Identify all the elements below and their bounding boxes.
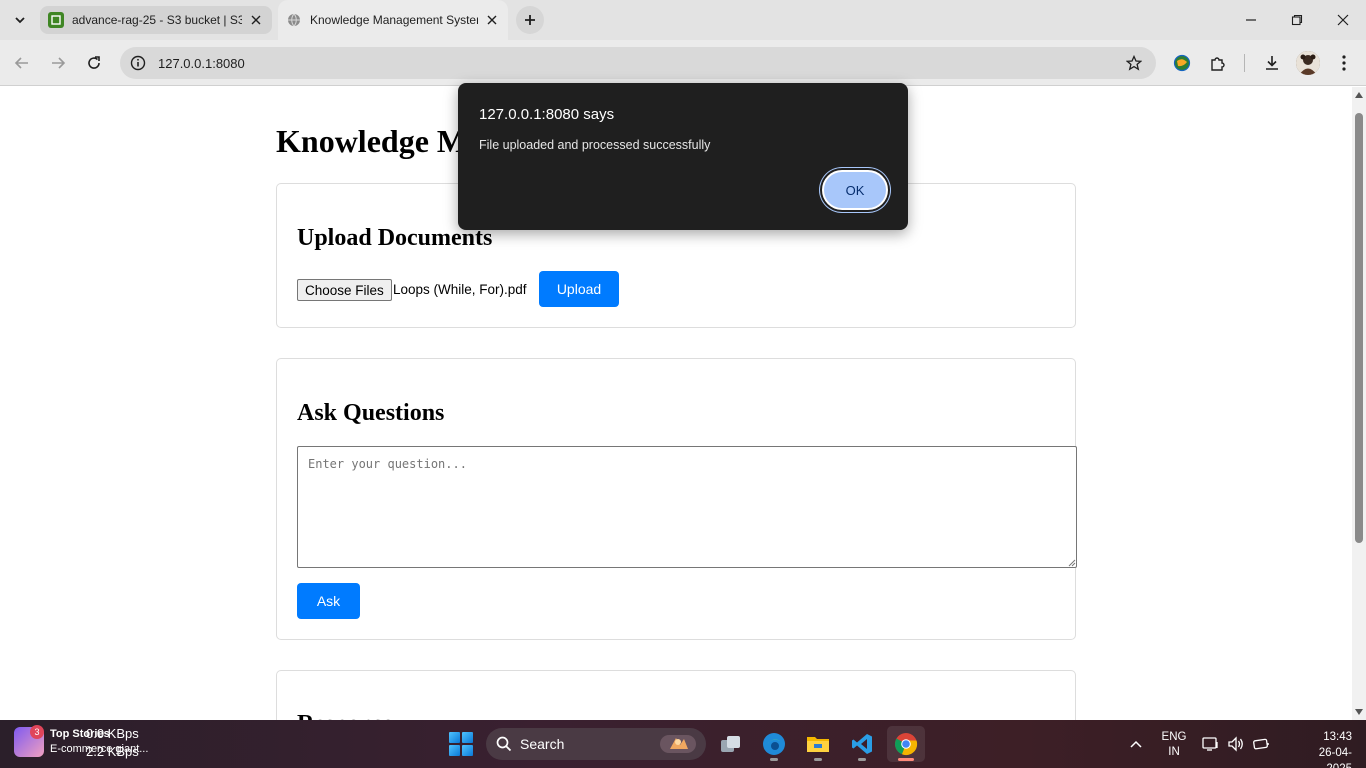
- arrow-left-icon: [14, 57, 28, 69]
- language-code: ENG: [1161, 731, 1187, 743]
- minimize-icon: [1246, 19, 1256, 21]
- minimize-button[interactable]: [1228, 0, 1274, 40]
- tab-strip: advance-rag-25 - S3 bucket | S3 Knowledg…: [0, 0, 1366, 40]
- vscode-app[interactable]: [843, 726, 881, 762]
- globe-icon: [286, 12, 302, 28]
- windows-taskbar: 3 Top Stories E-commerce giant... 0.0 KB…: [0, 720, 1366, 768]
- arrow-right-icon: [52, 57, 66, 69]
- clock-date: 26-04-2025: [1318, 747, 1352, 768]
- upload-button[interactable]: Upload: [539, 271, 619, 307]
- search-label: Search: [520, 736, 565, 752]
- restore-button[interactable]: [1274, 0, 1320, 40]
- tab-search-button[interactable]: [6, 8, 34, 32]
- ok-button[interactable]: OK: [822, 170, 888, 210]
- chevron-up-icon: [1130, 740, 1142, 748]
- news-widget-icon: 3: [14, 725, 44, 757]
- chrome-icon: [894, 733, 918, 756]
- selected-file-name: Loops (While, For).pdf: [393, 282, 527, 297]
- aws-s3-icon: [48, 12, 64, 28]
- close-icon: [1337, 14, 1349, 26]
- vscode-icon: [852, 734, 872, 754]
- tab-title: advance-rag-25 - S3 bucket | S3: [72, 13, 242, 27]
- scroll-thumb[interactable]: [1355, 113, 1363, 543]
- forward-button[interactable]: [44, 49, 72, 77]
- news-badge: 3: [30, 725, 44, 739]
- page-scrollbar[interactable]: [1352, 87, 1366, 720]
- language-indicator[interactable]: ENG IN: [1160, 730, 1188, 760]
- folder-icon: [807, 737, 829, 752]
- avatar-icon: [1296, 51, 1320, 75]
- battery-icon[interactable]: [1250, 720, 1272, 768]
- new-tab-button[interactable]: [516, 6, 544, 34]
- show-hidden-icons-button[interactable]: [1124, 720, 1148, 768]
- ask-heading: Ask Questions: [297, 400, 445, 426]
- profile-avatar[interactable]: [1296, 51, 1320, 75]
- search-highlight-icon: [660, 735, 696, 753]
- alert-dialog: 127.0.0.1:8080 says File uploaded and pr…: [458, 83, 908, 230]
- plus-icon: [525, 15, 535, 25]
- question-input[interactable]: [297, 446, 1077, 568]
- tab-title: Knowledge Management System: [310, 13, 478, 27]
- scroll-down-icon[interactable]: [1355, 708, 1363, 716]
- taskbar-search[interactable]: Search: [486, 728, 706, 760]
- browser-toolbar: 127.0.0.1:8080: [0, 40, 1366, 86]
- net-upload-speed: 0.0 KBps: [86, 726, 139, 741]
- restore-icon: [1291, 14, 1303, 26]
- clock-time: 13:43: [1323, 731, 1352, 743]
- close-tab-icon[interactable]: [248, 12, 264, 28]
- url-text: 127.0.0.1:8080: [158, 55, 245, 71]
- net-download-speed: 2.2 KBps: [86, 744, 139, 759]
- chevron-down-icon: [15, 17, 25, 24]
- toolbar-separator: [1244, 54, 1245, 72]
- back-button[interactable]: [8, 49, 36, 77]
- scroll-up-icon[interactable]: [1355, 91, 1363, 99]
- address-bar[interactable]: 127.0.0.1:8080: [120, 47, 1156, 79]
- network-speed: 0.0 KBps 2.2 KBps: [86, 725, 139, 761]
- close-tab-icon[interactable]: [484, 12, 500, 28]
- start-button[interactable]: [449, 732, 473, 756]
- choose-files-button[interactable]: Choose Files: [297, 279, 392, 301]
- edge-icon: [763, 733, 785, 755]
- response-section: Response: [276, 670, 1076, 720]
- network-tray-icon[interactable]: [1200, 720, 1222, 768]
- reload-icon: [88, 56, 100, 69]
- task-view-icon: [721, 736, 740, 752]
- ask-button[interactable]: Ask: [297, 583, 360, 619]
- tab-knowledge-management[interactable]: Knowledge Management System: [278, 0, 508, 40]
- system-clock[interactable]: 13:43 26-04-2025: [1296, 729, 1352, 768]
- dialog-message: File uploaded and processed successfully: [479, 138, 711, 152]
- reload-button[interactable]: [80, 49, 108, 77]
- tab-s3-bucket[interactable]: advance-rag-25 - S3 bucket | S3: [40, 6, 272, 34]
- site-info-icon[interactable]: [122, 47, 154, 79]
- file-explorer-app[interactable]: [799, 726, 837, 762]
- more-menu-icon[interactable]: [1332, 51, 1356, 75]
- extension-globe-icon[interactable]: [1170, 51, 1194, 75]
- extensions-puzzle-icon[interactable]: [1206, 51, 1230, 75]
- resize-grip-icon[interactable]: [1068, 559, 1076, 567]
- task-view-button[interactable]: [712, 726, 750, 762]
- ask-section: Ask Questions Ask: [276, 358, 1077, 640]
- dialog-title: 127.0.0.1:8080 says: [479, 106, 615, 123]
- bookmark-star-icon[interactable]: [1124, 53, 1144, 73]
- edge-app[interactable]: [755, 726, 793, 762]
- response-heading: Response: [297, 711, 393, 720]
- close-window-button[interactable]: [1320, 0, 1366, 40]
- search-icon: [496, 736, 512, 752]
- language-region: IN: [1168, 746, 1180, 758]
- chrome-app[interactable]: [887, 726, 925, 762]
- volume-icon[interactable]: [1225, 720, 1247, 768]
- download-icon[interactable]: [1260, 51, 1284, 75]
